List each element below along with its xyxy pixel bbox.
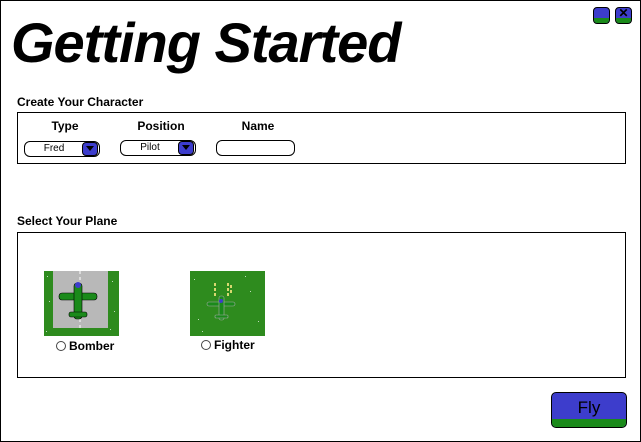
fighter-radio[interactable] bbox=[201, 340, 211, 350]
name-input[interactable] bbox=[216, 140, 295, 156]
fly-button-label: Fly bbox=[577, 398, 601, 417]
getting-started-window: Getting Started ✕ Create Your Character … bbox=[0, 0, 641, 442]
fly-button[interactable]: Fly bbox=[551, 392, 627, 428]
bomber-radio[interactable] bbox=[56, 341, 66, 351]
bomber-option[interactable]: Bomber bbox=[56, 339, 114, 353]
bomber-label: Bomber bbox=[69, 339, 115, 353]
position-column-header: Position bbox=[137, 119, 185, 133]
character-panel: Type Position Name Fred Pilot bbox=[17, 112, 626, 164]
chevron-down-icon[interactable] bbox=[178, 141, 194, 155]
fighter-label: Fighter bbox=[214, 338, 255, 352]
fighter-option[interactable]: Fighter bbox=[201, 338, 255, 352]
page-title: Getting Started bbox=[11, 11, 401, 74]
bomber-plane-image[interactable] bbox=[44, 271, 119, 336]
chevron-down-icon[interactable] bbox=[82, 142, 98, 156]
fighter-plane-image[interactable] bbox=[190, 271, 265, 336]
close-icon: ✕ bbox=[618, 7, 629, 20]
type-select-value: Fred bbox=[43, 143, 65, 154]
minimize-button[interactable] bbox=[593, 7, 610, 24]
fly-button-grass bbox=[552, 419, 626, 427]
plane-section-label: Select Your Plane bbox=[17, 214, 118, 228]
character-section-label: Create Your Character bbox=[17, 95, 144, 109]
position-select[interactable]: Pilot bbox=[120, 140, 196, 156]
plane-panel: Bomber Fighter bbox=[17, 232, 626, 378]
close-button[interactable]: ✕ bbox=[615, 7, 632, 24]
name-column-header: Name bbox=[241, 119, 275, 133]
type-column-header: Type bbox=[51, 119, 79, 133]
position-select-value: Pilot bbox=[140, 142, 160, 153]
type-select[interactable]: Fred bbox=[24, 141, 100, 157]
